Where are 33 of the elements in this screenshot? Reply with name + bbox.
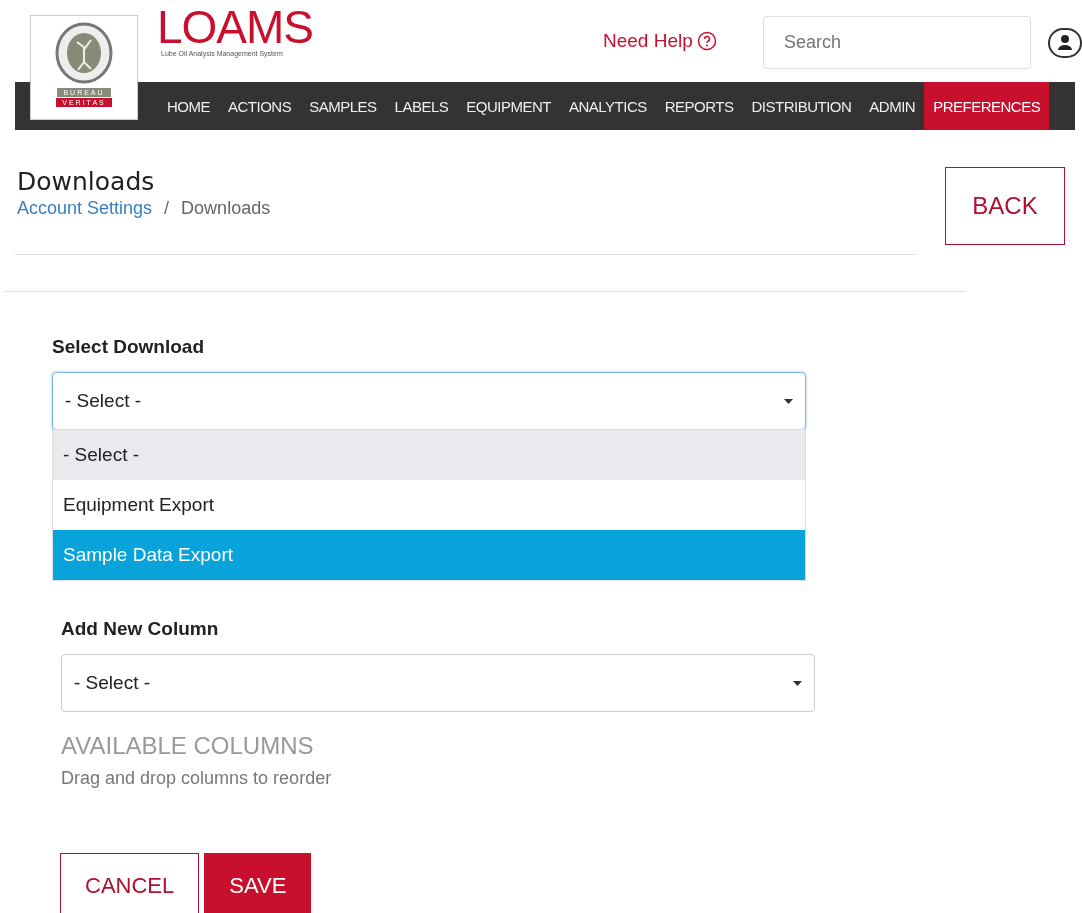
help-icon: [696, 31, 717, 51]
dropdown-option[interactable]: - Select -: [53, 430, 805, 480]
help-link[interactable]: Need Help: [603, 30, 717, 52]
nav-tab[interactable]: EQUIPMENT: [457, 82, 560, 130]
nav-tab[interactable]: ADMIN: [860, 82, 925, 130]
back-button[interactable]: BACK: [945, 167, 1065, 245]
nav-tab[interactable]: ANALYTICS: [559, 82, 656, 130]
column-select[interactable]: - Select -: [61, 654, 815, 712]
field-label: Select Download: [52, 336, 206, 358]
app-logo: LOAMS: [157, 4, 314, 50]
seal-icon: [55, 22, 113, 84]
nav-tab[interactable]: PREFERENCES: [924, 82, 1050, 130]
save-button[interactable]: SAVE: [204, 853, 312, 913]
user-icon[interactable]: [1048, 28, 1082, 58]
nav-tab[interactable]: SAMPLES: [300, 82, 386, 130]
caret-icon: [793, 680, 802, 686]
hint-text: Drag and drop columns to reorder: [61, 768, 333, 789]
nav-tab[interactable]: ACTIONS: [219, 82, 301, 130]
breadcrumb-link[interactable]: Account Settings: [17, 198, 153, 219]
page-title: Downloads: [17, 167, 156, 196]
download-select[interactable]: - Select -: [52, 372, 806, 430]
nav-tab[interactable]: DISTRIBUTION: [742, 82, 861, 130]
nav-tab[interactable]: HOME: [158, 82, 219, 130]
section-title: AVAILABLE COLUMNS: [61, 732, 315, 760]
nav-tab[interactable]: REPORTS: [655, 82, 743, 130]
breadcrumb-separator: /: [164, 198, 170, 219]
dropdown-option[interactable]: Equipment Export: [53, 480, 805, 530]
caret-icon: [784, 398, 793, 404]
breadcrumb-current: Downloads: [181, 198, 271, 219]
field-label: Add New Column: [61, 618, 220, 640]
cancel-button[interactable]: CANCEL: [60, 853, 200, 913]
search-field[interactable]: Search: [763, 16, 1031, 69]
nav-tab[interactable]: LABELS: [385, 82, 458, 130]
